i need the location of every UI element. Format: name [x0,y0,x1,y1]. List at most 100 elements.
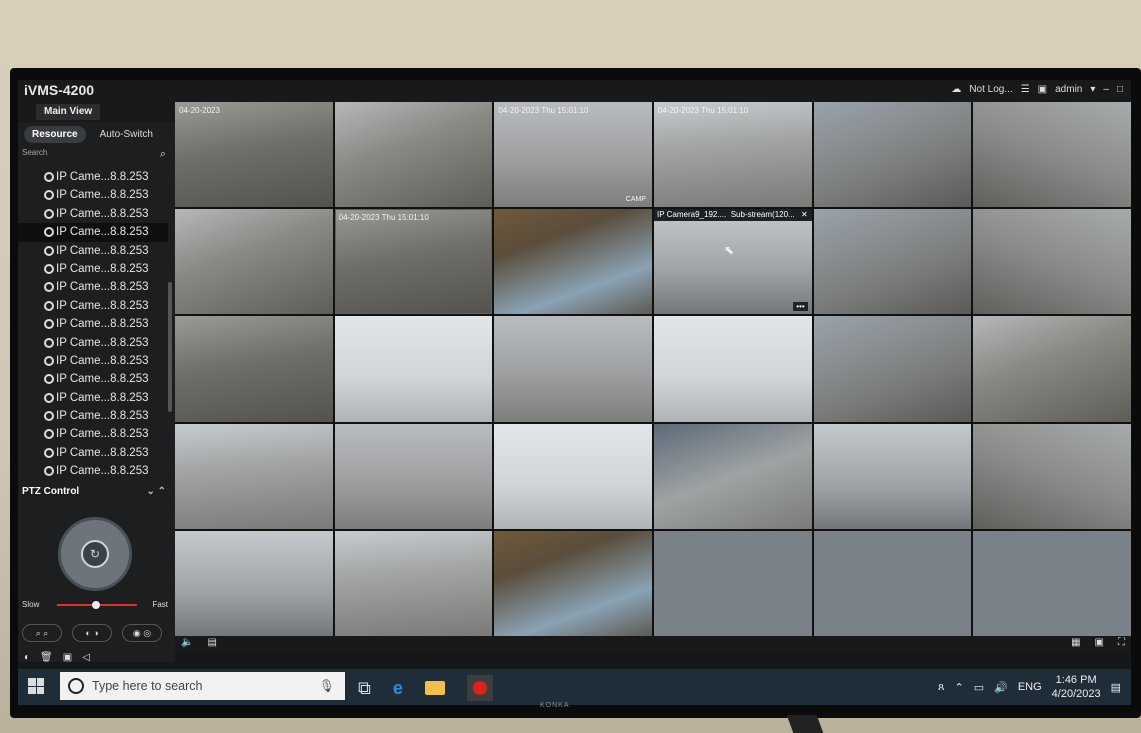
camera-item[interactable]: IP Came...8.8.253 [18,242,168,260]
camera-item[interactable]: IP Came...8.8.253 [18,462,168,480]
video-tile[interactable] [334,316,493,422]
camera-item[interactable]: IP Came...8.8.253 [18,352,168,370]
sound-icon[interactable]: ◁ [82,652,90,663]
tab-main-view[interactable]: Main View [36,104,101,120]
network-icon[interactable]: ▭ [974,681,984,694]
video-tile[interactable]: 04-20-2023 Thu 15:01:10 [654,102,812,208]
maximize-icon[interactable]: □ [1117,84,1123,95]
empty-tile[interactable] [654,530,812,636]
tab-auto-switch[interactable]: Auto-Switch [92,126,161,143]
language-indicator[interactable]: ENG [1018,681,1042,693]
tile-timestamp: 04-20-2023 [179,106,220,115]
camera-label: IP Came...8.8.253 [56,262,149,275]
alarm-icon[interactable]: ◐ [24,652,30,663]
chevron-toggle-icon[interactable]: ⌄ ⌃ [146,486,166,497]
video-tile[interactable] [175,316,333,422]
camera-item[interactable]: IP Came...8.8.253 [18,425,168,443]
video-tile[interactable] [175,209,333,315]
taskbar-search-input[interactable]: Type here to search 🎙 [60,672,345,700]
video-tile[interactable] [973,316,1131,422]
video-tile[interactable] [654,316,812,422]
video-tile[interactable] [494,423,652,529]
camera-item[interactable]: IP Came...8.8.253 [18,334,168,352]
people-icon[interactable]: ጸ [938,681,944,694]
camera-item-selected[interactable]: IP Came...8.8.253 [18,223,168,242]
video-tile[interactable]: 04-20-2023 Thu 15:01:10 CAMP [494,102,652,208]
grid-toolbar: 🔈 ▤ ▦ ▣ ⛶ [175,636,1131,652]
camera-list-scrollbar[interactable] [168,282,172,412]
search-icon[interactable]: ⌕ [160,148,166,161]
windows-start-icon[interactable] [28,678,44,694]
search-input[interactable]: Search ⌕ [22,148,168,162]
video-tile[interactable] [973,423,1131,529]
ptz-buttons: ⌕ ⌕ ◐ ◑ ◉ ◎ [22,624,162,642]
video-tile[interactable] [654,423,812,529]
ptz-control-header[interactable]: PTZ Control ⌄ ⌃ [22,486,170,497]
video-tile[interactable] [494,316,652,422]
zoom-buttons[interactable]: ⌕ ⌕ [22,624,62,642]
menu-icon[interactable]: ☰ [1021,84,1030,95]
speed-slider-handle[interactable] [92,601,100,609]
camera-item[interactable]: IP Came...8.8.253 [18,297,168,315]
camera-item[interactable]: IP Came...8.8.253 [18,389,168,407]
video-tile[interactable] [334,423,493,529]
ptz-center-button[interactable]: ↻ [81,540,109,568]
camera-icon [44,208,54,219]
volume-icon[interactable]: 🔈 [181,637,193,648]
save-icon[interactable]: ▤ [207,637,216,648]
camera-item[interactable]: IP Came...8.8.253 [18,205,168,223]
video-tile[interactable] [494,530,652,636]
tab-resource[interactable]: Resource [24,126,86,143]
minimize-icon[interactable]: – [1103,84,1109,95]
edge-browser-icon[interactable]: e [393,678,403,699]
video-tile[interactable] [813,102,972,208]
video-tile[interactable] [334,530,493,636]
camera-item[interactable]: IP Came...8.8.253 [18,278,168,296]
video-tile-hovered[interactable]: IP Camera9_192.... Sub-stream(120... ✕ ⬉ … [654,209,812,315]
video-tile[interactable] [175,423,333,529]
video-tile-selected[interactable]: 04-20-2023 Thu 15:01:10 [334,209,493,315]
delete-icon[interactable]: 🗑 [40,652,53,663]
task-view-icon[interactable]: ⧉ [358,678,371,699]
camera-item[interactable]: IP Came...8.8.253 [18,370,168,388]
fullscreen-icon[interactable]: ⛶ [1118,637,1125,648]
layout-icon[interactable]: ▦ [1071,637,1080,648]
microphone-icon[interactable]: 🎙 [319,672,335,700]
ivms-app-icon[interactable] [466,675,493,701]
notifications-icon[interactable]: ▤ [1111,681,1121,694]
user-menu[interactable]: admin [1055,84,1082,95]
camera-item[interactable]: IP Came...8.8.253 [18,186,168,204]
video-tile[interactable] [175,530,333,636]
video-tile[interactable] [813,316,972,422]
login-status[interactable]: Not Log... [969,84,1012,95]
video-tile[interactable] [494,209,652,315]
video-tile[interactable] [813,423,972,529]
video-tile[interactable] [813,209,972,315]
more-icon[interactable]: ••• [793,302,808,312]
file-explorer-icon[interactable] [424,681,445,695]
focus-buttons[interactable]: ◐ ◑ [72,624,112,642]
record-icon[interactable]: ▣ [63,652,72,663]
video-tile[interactable]: 04-20-2023 [175,102,333,208]
camera-item[interactable]: IP Came...8.8.253 [18,260,168,278]
volume-icon[interactable]: 🔊 [994,681,1008,694]
video-tile[interactable] [973,102,1131,208]
iris-buttons[interactable]: ◉ ◎ [122,624,162,642]
camera-item[interactable]: IP Came...8.8.253 [18,407,168,425]
camera-item[interactable]: IP Came...8.8.253 [18,444,168,462]
chevron-down-icon[interactable]: ▾ [1090,84,1095,95]
camera-item[interactable]: IP Came...8.8.253 [18,168,168,186]
video-tile[interactable] [973,209,1131,315]
calendar-icon[interactable]: ▣ [1038,84,1047,95]
empty-tile[interactable] [813,530,972,636]
cloud-icon[interactable]: ☁ [951,84,961,95]
window-icon[interactable]: ▣ [1095,637,1104,648]
camera-item[interactable]: IP Came...8.8.253 [18,315,168,333]
chevron-up-icon[interactable]: ⌃ [954,681,963,694]
empty-tile[interactable] [973,530,1131,636]
ptz-direction-pad[interactable]: ↻ [58,517,132,591]
close-icon[interactable]: ✕ [801,209,808,221]
speed-slider[interactable] [57,601,137,609]
video-tile[interactable] [334,102,493,208]
clock[interactable]: 1:46 PM 4/20/2023 [1052,673,1101,701]
